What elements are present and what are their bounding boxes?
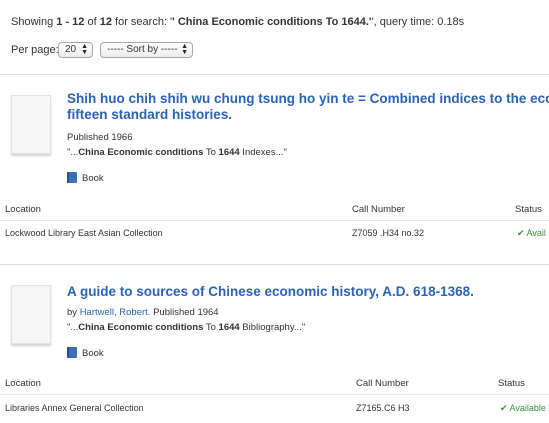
by-label: by: [67, 307, 78, 318]
table-divider: [0, 220, 549, 221]
snippet-mid: To: [203, 322, 219, 333]
search-results-page: Showing 1 - 12 of 12 for search: '' Chin…: [0, 0, 549, 423]
cover-thumbnail[interactable]: [11, 95, 51, 154]
snippet-prefix: "...: [67, 322, 79, 333]
cover-thumbnail[interactable]: [11, 285, 51, 344]
summary-query: ' China Economic conditions To 1644.': [172, 16, 372, 28]
snippet-highlight: 1644: [218, 147, 240, 158]
result-record: Shih huo chih shih wu chung tsung ho yin…: [0, 75, 549, 255]
summary-of: of: [87, 16, 97, 28]
snippet-highlight: China Economic conditions: [78, 147, 204, 158]
holding-location: Libraries Annex General Collection: [5, 403, 144, 413]
per-page-select[interactable]: 20 ▲ ▼: [58, 42, 93, 58]
record-title-line: fifteen standard histories.: [67, 107, 233, 122]
sort-value: ----- Sort by -----: [107, 44, 178, 55]
snippet-highlight: 1644: [218, 322, 240, 333]
holding-call-number: Z7059 .H34 no.32: [352, 228, 425, 238]
record-published: Published 1964: [153, 307, 219, 318]
book-icon: [67, 347, 77, 358]
format-label: Book: [82, 348, 104, 359]
holdings-header-call-number: Call Number: [356, 378, 409, 389]
record-published: Published 1966: [67, 132, 133, 143]
summary-prefix: Showing: [11, 16, 54, 28]
search-summary: Showing 1 - 12 of 12 for search: '' Chin…: [11, 16, 464, 28]
select-arrows-icon: ▲ ▼: [81, 43, 88, 56]
author-link[interactable]: Hartwell, Robert.: [80, 307, 151, 318]
select-arrows-icon: ▲ ▼: [181, 43, 188, 56]
per-page-label: Per page:: [11, 44, 59, 56]
snippet-suffix: Indexes...": [239, 147, 287, 158]
summary-query-time: ', query time: 0.18s: [371, 16, 465, 28]
holdings-header-status: Status: [515, 204, 542, 215]
result-record: A guide to sources of Chinese economic h…: [0, 265, 549, 423]
snippet-mid: To: [203, 147, 219, 158]
snippet-prefix: "...: [67, 147, 79, 158]
record-title-link[interactable]: A guide to sources of Chinese economic h…: [67, 284, 474, 300]
summary-total: 12: [99, 16, 112, 28]
snippet-highlight: China Economic conditions: [78, 322, 204, 333]
record-byline: by Hartwell, Robert. Published 1964: [67, 307, 219, 318]
holdings-header-location: Location: [5, 378, 41, 389]
holdings-header-location: Location: [5, 204, 41, 215]
holding-status: ✔ Available: [500, 403, 546, 413]
holding-call-number: Z7165.C6 H3: [356, 403, 410, 413]
record-snippet: "...China Economic conditions To 1644 Bi…: [67, 322, 305, 333]
record-title-link[interactable]: Shih huo chih shih wu chung tsung ho yin…: [67, 91, 549, 123]
holding-location: Lockwood Library East Asian Collection: [5, 228, 163, 238]
sort-select[interactable]: ----- Sort by ----- ▲ ▼: [100, 42, 193, 58]
table-divider: [0, 394, 549, 395]
format-badge: Book: [67, 347, 104, 359]
holding-status: ✔ Avail: [517, 228, 546, 238]
book-icon: [67, 172, 77, 183]
summary-for-search: for search: ': [115, 16, 173, 28]
format-label: Book: [82, 173, 104, 184]
snippet-suffix: Bibliography...": [239, 322, 306, 333]
summary-range: 1 - 12: [56, 16, 85, 28]
record-title-line: Shih huo chih shih wu chung tsung ho yin…: [67, 91, 549, 106]
record-snippet: "...China Economic conditions To 1644 In…: [67, 147, 287, 158]
holdings-header-call-number: Call Number: [352, 204, 405, 215]
holdings-header-status: Status: [498, 378, 525, 389]
per-page-value: 20: [65, 44, 77, 55]
format-badge: Book: [67, 172, 104, 184]
